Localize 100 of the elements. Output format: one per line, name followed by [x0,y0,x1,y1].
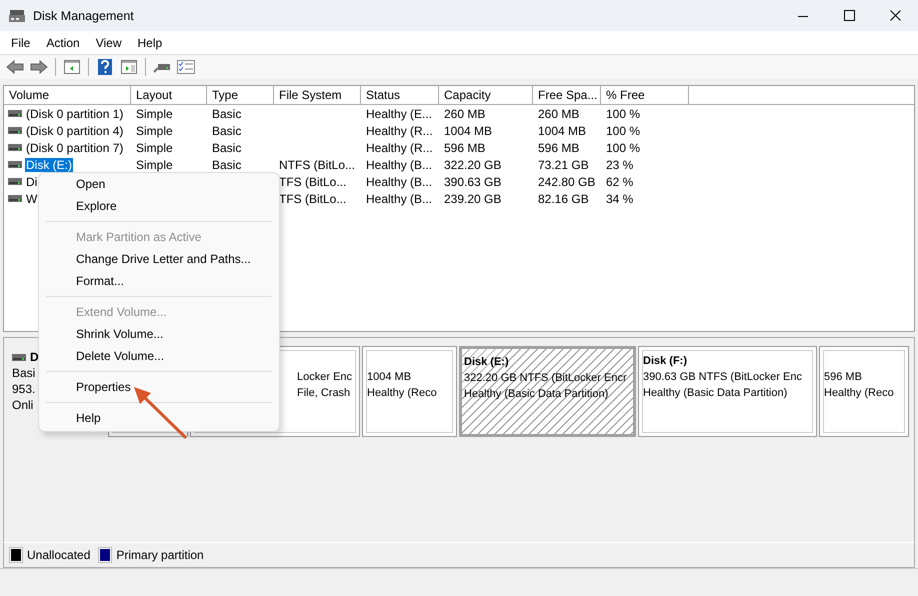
partition-info: 1004 MB [367,370,412,385]
table-cell-text: 100 % [605,124,642,138]
table-cell-text: Healthy (B... [365,192,434,206]
checklist-button[interactable] [176,57,196,77]
drive-icon [8,195,22,202]
legend-label: Primary partition [116,548,204,562]
disk-name: D [30,349,39,365]
back-arrow-icon [6,60,24,74]
table-cell-text: 322.20 GB [443,158,502,172]
table-cell-text: Basic [211,106,242,120]
checklist-icon [177,60,195,74]
partition-title: Disk (F:) [643,354,688,369]
table-cell-text: 1004 MB [537,124,588,138]
drive-icon [8,178,22,185]
table-cell-text: NTFS (BitLo... [278,158,356,172]
table-cell-text: 82.16 GB [537,192,590,206]
table-cell-text: Simple [135,158,174,172]
panel-button[interactable] [119,57,139,77]
partition-info: 322.20 GB NTFS (BitLocker Encr [464,371,628,386]
panel-icon [121,60,137,74]
table-cell-text: 390.63 GB [443,174,502,188]
drive-icon [8,127,22,134]
menu-item[interactable]: Action [38,34,88,52]
partition-info: Healthy (Reco [367,386,438,401]
partition-block[interactable]: Disk (E:) 322.20 GB NTFS (BitLocker Encr Healthy (Basic Data Partition) [459,346,636,437]
disk-management-icon [9,8,25,22]
panel-icon [64,60,80,74]
table-cell-text: Basic [211,124,242,138]
drive-icon [153,61,171,73]
partition-block[interactable]: 596 MB Healthy (Reco [819,346,909,437]
help-button[interactable] [95,57,115,77]
legend-label: Unallocated [27,548,90,562]
help-icon [98,59,112,75]
table-cell-text: 100 % [605,140,642,154]
menu-item[interactable]: Shrink Volume... [44,323,274,345]
menu-item[interactable]: Open [44,173,274,195]
table-cell-text: Healthy (B... [365,174,434,188]
table-cell-text: Basic [211,140,242,154]
table-cell[interactable]: W [25,192,38,206]
table-cell-text: 1004 MB [443,124,494,138]
table-cell-text: Healthy (R... [365,140,434,154]
partition-info: 390.63 GB NTFS (BitLocker Enc [643,370,803,385]
partition-info: Healthy (Basic Data Partition) [464,387,610,402]
partition-info: Locker Enc [297,370,354,385]
table-cell-text: 242.80 GB [537,174,596,188]
table-cell-text: 73.21 GB [537,158,590,172]
table-cell[interactable]: (Disk 0 partition 1) [25,106,124,120]
table-cell-text: Basic [211,158,242,172]
table-cell-text: 260 MB [537,106,580,120]
table-cell-text: 260 MB [443,106,486,120]
menu-item[interactable]: File [3,34,38,52]
table-cell-text: 23 % [605,158,634,172]
menu-item[interactable]: Explore [44,195,274,217]
table-cell-text: TFS (BitLo... [278,192,348,206]
table-cell[interactable]: Di [25,174,38,188]
table-cell-text: 62 % [605,174,634,188]
forward-arrow-button[interactable] [29,57,49,77]
table-cell-text: 34 % [605,192,634,206]
partition-block[interactable]: 1004 MB Healthy (Reco [362,346,457,437]
table-cell-text: 596 MB [537,140,580,154]
table-cell-text: Simple [135,106,174,120]
partition-title: Disk (E:) [464,355,510,370]
partition-info: 596 MB [824,370,863,385]
menu-item[interactable]: Properties [44,376,274,398]
disk-info: Onli [12,397,34,413]
window-title: Disk Management [33,8,135,22]
drive-icon [12,354,26,360]
table-cell[interactable]: (Disk 0 partition 4) [25,124,124,138]
menu-item[interactable]: Format... [44,270,274,292]
table-cell-text: Healthy (R... [365,124,434,138]
table-cell[interactable]: (Disk 0 partition 7) [25,140,124,154]
table-cell[interactable]: Disk (E:) [25,158,73,172]
back-arrow-button[interactable] [5,57,25,77]
drive-icon [8,161,22,168]
table-cell-text: 100 % [605,106,642,120]
menu-item: Mark Partition as Active [75,229,202,246]
close-icon [890,10,900,21]
disk-info: Basi [12,365,36,381]
partition-info: Healthy (Basic Data Partition) [643,386,788,401]
menu-item[interactable]: Help [130,34,170,52]
panel-button[interactable] [62,57,82,77]
menu-item: Extend Volume... [75,304,168,321]
drive-icon [8,144,22,151]
drive-icon [8,110,22,117]
annotation-arrow [134,387,186,438]
menu-item[interactable]: Change Drive Letter and Paths... [44,248,274,270]
table-cell-text: Healthy (E... [365,106,434,120]
menu-item[interactable]: Help [44,407,274,429]
partition-block[interactable]: Disk (F:) 390.63 GB NTFS (BitLocker Enc Healthy (Basic Data Partition) [638,346,817,437]
partition-info: Healthy (Reco [824,386,895,401]
menu-item[interactable]: View [88,34,130,52]
menu-item[interactable]: Delete Volume... [44,345,274,367]
forward-arrow-icon [30,60,48,74]
table-cell-text: 596 MB [443,140,486,154]
table-cell-text: 239.20 GB [443,192,502,206]
table-cell-text: Simple [135,124,174,138]
table-cell-text: Simple [135,140,174,154]
partition-info: File, Crash [297,386,352,401]
table-cell-text: Healthy (B... [365,158,434,172]
table-cell-text: TFS (BitLo... [278,174,348,188]
